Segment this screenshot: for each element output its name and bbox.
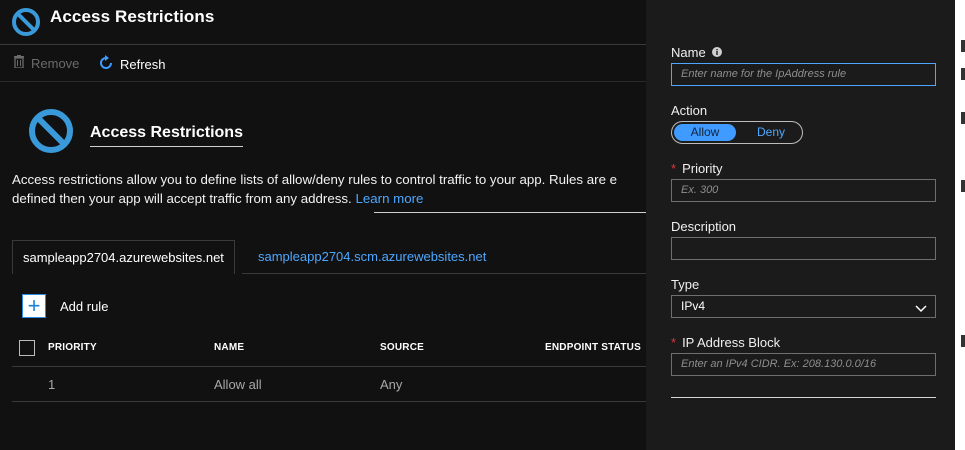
edge-mark <box>961 335 965 347</box>
column-header-source[interactable]: SOURCE <box>380 342 424 353</box>
table-row[interactable]: 1 Allow all Any <box>12 366 646 402</box>
action-deny-option[interactable]: Deny <box>742 124 800 141</box>
description-label: Description <box>671 219 736 234</box>
edge-mark <box>961 68 965 80</box>
cell-priority: 1 <box>48 377 56 392</box>
tab-main-site[interactable]: sampleapp2704.azurewebsites.net <box>12 240 235 274</box>
required-marker: * <box>671 335 677 350</box>
learn-more-link[interactable]: Learn more <box>355 191 423 206</box>
divider <box>374 212 646 213</box>
priority-input[interactable]: Ex. 300 <box>671 179 936 202</box>
action-allow-option[interactable]: Allow <box>674 124 736 141</box>
section-title: Access Restrictions <box>90 124 243 147</box>
action-label-text: Action <box>671 103 708 118</box>
priority-label-text: Priority <box>682 161 723 176</box>
edge-mark <box>961 180 965 192</box>
column-header-endpoint-status[interactable]: ENDPOINT STATUS <box>545 342 641 353</box>
remove-label: Remove <box>31 55 80 71</box>
select-all-checkbox[interactable] <box>19 340 35 356</box>
type-select-value: IPv4 <box>681 299 706 313</box>
type-select[interactable]: IPv4 <box>671 295 936 318</box>
name-label-text: Name <box>671 45 706 60</box>
blade-header: Access Restrictions <box>0 0 646 45</box>
tab-strip: sampleapp2704.azurewebsites.net sampleap… <box>12 240 646 274</box>
edge-mark <box>961 40 965 52</box>
refresh-label: Refresh <box>120 57 166 72</box>
cell-name: Allow all <box>214 377 262 392</box>
page-title: Access Restrictions <box>50 7 215 26</box>
refresh-button[interactable]: Refresh <box>98 55 166 74</box>
name-label: Name <box>671 45 722 60</box>
description-label-text: Description <box>671 219 737 234</box>
type-label: Type <box>671 277 699 292</box>
column-header-name[interactable]: NAME <box>214 342 244 353</box>
table-header: PRIORITY NAME SOURCE ENDPOINT STATUS <box>12 333 646 363</box>
info-icon[interactable] <box>711 45 722 60</box>
tab-underline <box>242 273 646 274</box>
name-input[interactable]: Enter name for the IpAddress rule <box>671 63 936 86</box>
description-text: Access restrictions allow you to define … <box>12 171 646 208</box>
action-label: Action <box>671 103 707 118</box>
block-icon <box>27 107 75 160</box>
tab-scm-site[interactable]: sampleapp2704.scm.azurewebsites.net <box>248 240 496 274</box>
add-rule-button[interactable]: + Add rule <box>22 294 108 318</box>
priority-label: * Priority <box>671 161 723 176</box>
action-toggle[interactable]: Allow Deny <box>671 121 803 144</box>
description-line: Access restrictions allow you to define … <box>12 172 618 187</box>
required-marker: * <box>671 161 677 176</box>
column-header-priority[interactable]: PRIORITY <box>48 342 97 353</box>
refresh-icon <box>98 55 114 74</box>
chevron-down-icon <box>915 300 927 317</box>
type-label-text: Type <box>671 277 700 292</box>
description-line-text: defined then your app will accept traffi… <box>12 190 356 206</box>
description-input[interactable] <box>671 237 936 260</box>
ip-block-input[interactable]: Enter an IPv4 CIDR. Ex: 208.130.0.0/16 <box>671 353 936 376</box>
cell-source: Any <box>380 377 403 392</box>
block-icon <box>11 7 41 42</box>
ip-block-label: * IP Address Block <box>671 335 780 350</box>
background-blade-edge <box>955 0 965 450</box>
remove-button[interactable]: Remove <box>13 55 79 71</box>
trash-icon <box>13 55 25 71</box>
command-bar: Remove Refresh <box>0 46 646 82</box>
plus-icon: + <box>22 294 46 318</box>
add-rule-panel: Name Enter name for the IpAddress rule A… <box>646 0 955 450</box>
ip-block-label-text: IP Address Block <box>682 335 781 350</box>
panel-divider <box>671 397 936 398</box>
edge-mark <box>961 112 965 124</box>
description-line: defined then your app will accept traffi… <box>12 190 646 209</box>
add-rule-label: Add rule <box>60 298 109 314</box>
